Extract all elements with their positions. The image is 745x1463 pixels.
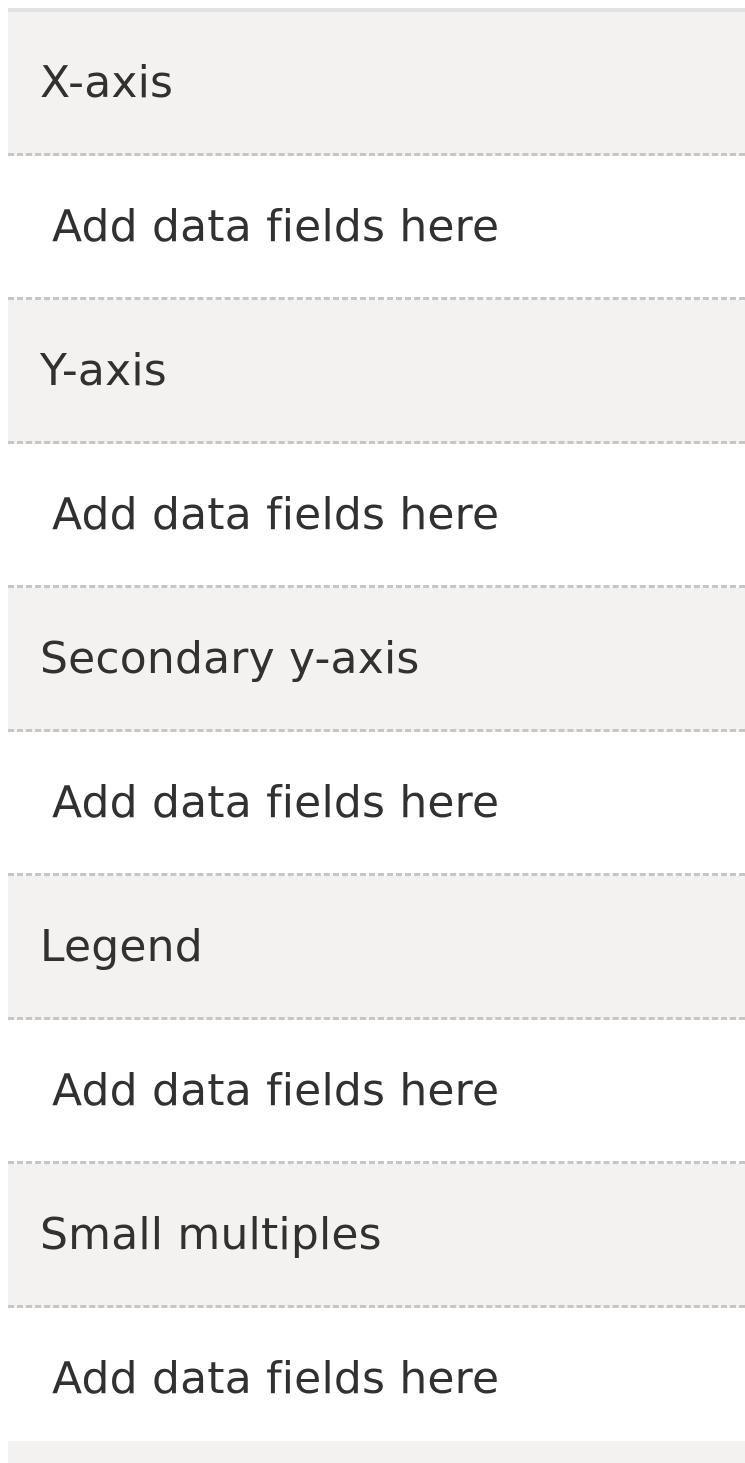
small-multiples-drop-placeholder: Add data fields here bbox=[52, 1353, 500, 1404]
y-axis-drop-placeholder: Add data fields here bbox=[52, 489, 500, 540]
x-axis-drop-zone[interactable]: Add data fields here bbox=[8, 156, 745, 300]
legend-well-label: Legend bbox=[40, 921, 203, 972]
y-axis-well-header[interactable]: Y-axis bbox=[8, 300, 745, 444]
small-multiples-well-header[interactable]: Small multiples bbox=[8, 1164, 745, 1308]
x-axis-drop-placeholder: Add data fields here bbox=[52, 201, 500, 252]
x-axis-well-label: X-axis bbox=[40, 57, 174, 108]
legend-drop-zone[interactable]: Add data fields here bbox=[8, 1020, 745, 1164]
secondary-y-axis-well: Secondary y-axis Add data fields here bbox=[8, 588, 745, 876]
x-axis-well-header[interactable]: X-axis bbox=[8, 12, 745, 156]
next-well-header-edge bbox=[8, 1441, 745, 1463]
secondary-y-axis-drop-zone[interactable]: Add data fields here bbox=[8, 732, 745, 876]
small-multiples-well-label: Small multiples bbox=[40, 1209, 382, 1260]
x-axis-well: X-axis Add data fields here bbox=[8, 12, 745, 300]
y-axis-well: Y-axis Add data fields here bbox=[8, 300, 745, 588]
y-axis-well-label: Y-axis bbox=[40, 345, 167, 396]
build-visual-field-wells-pane: X-axis Add data fields here Y-axis Add d… bbox=[0, 0, 745, 1463]
small-multiples-drop-zone[interactable]: Add data fields here bbox=[8, 1308, 745, 1452]
secondary-y-axis-well-header[interactable]: Secondary y-axis bbox=[8, 588, 745, 732]
small-multiples-well: Small multiples Add data fields here bbox=[8, 1164, 745, 1452]
legend-well: Legend Add data fields here bbox=[8, 876, 745, 1164]
secondary-y-axis-drop-placeholder: Add data fields here bbox=[52, 777, 500, 828]
legend-well-header[interactable]: Legend bbox=[8, 876, 745, 1020]
secondary-y-axis-well-label: Secondary y-axis bbox=[40, 633, 420, 684]
y-axis-drop-zone[interactable]: Add data fields here bbox=[8, 444, 745, 588]
legend-drop-placeholder: Add data fields here bbox=[52, 1065, 500, 1116]
